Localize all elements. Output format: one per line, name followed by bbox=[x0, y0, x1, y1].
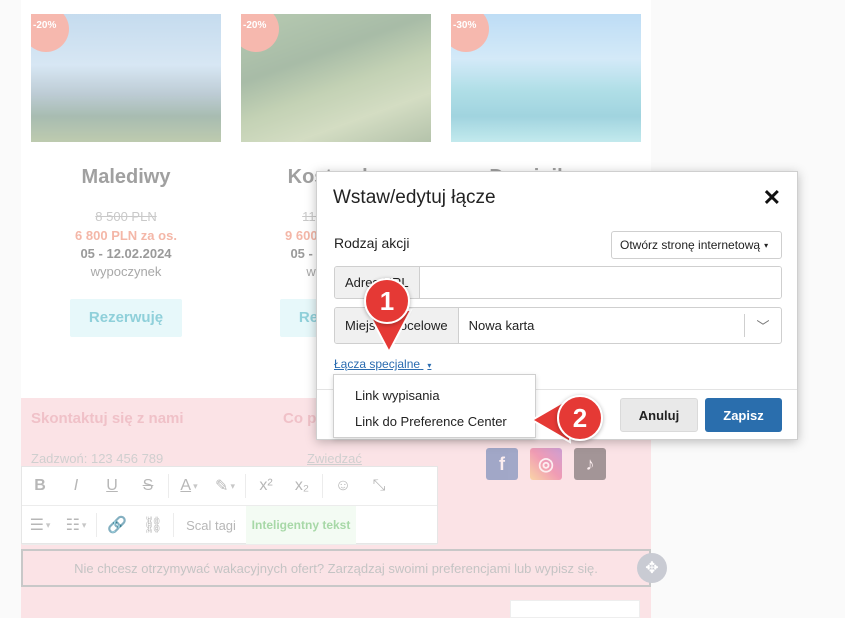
visit-link[interactable]: Zwiedzać bbox=[307, 451, 362, 466]
new-price: 6 800 PLN za os. bbox=[75, 228, 177, 243]
offer-title: Malediwy bbox=[81, 166, 171, 188]
phone-text: Zadzwoń: 123 456 789 bbox=[31, 451, 164, 466]
offer-kind: wypoczynek bbox=[90, 264, 162, 279]
chevron-down-icon: ▾ bbox=[193, 480, 198, 491]
rich-text-toolbar: B I U S A ▾ ✎ ▾ x² x₂ ☺ ⤡ ☰ ▾ ☷ ▾ 🔗 ⛓ Scal t… bbox=[21, 466, 438, 545]
collapse-icon[interactable]: ⤡ bbox=[361, 467, 397, 505]
dialog-title: Wstaw/edytuj łącze bbox=[333, 187, 496, 208]
save-button[interactable]: Zapisz bbox=[705, 398, 782, 432]
close-icon[interactable]: ✕ bbox=[763, 185, 781, 211]
merge-tags-button[interactable]: Scal tagi bbox=[176, 506, 246, 544]
highlight-glyph: ✎ bbox=[215, 478, 229, 495]
highlight-color-icon[interactable]: ✎ ▾ bbox=[207, 467, 243, 505]
toolbar-row: ☰ ▾ ☷ ▾ 🔗 ⛓ Scal tagi Inteligentny tekst bbox=[22, 506, 437, 545]
url-input[interactable] bbox=[419, 267, 781, 298]
chevron-down-icon: ﹀ bbox=[756, 319, 770, 334]
dialog-header: Wstaw/edytuj łącze ✕ bbox=[317, 172, 797, 224]
step-1-badge: 1 bbox=[364, 278, 410, 324]
special-links-menu: Link wypisania Link do Preference Center bbox=[333, 374, 536, 438]
book-button[interactable]: Rezerwuję bbox=[70, 299, 182, 337]
chevron-down-icon: ▾ bbox=[230, 480, 235, 491]
special-links-toggle[interactable]: Łącza specjalne ▾ bbox=[334, 357, 431, 371]
offer-image[interactable]: -20% bbox=[31, 14, 221, 142]
old-price: 8 500 PLN bbox=[95, 209, 157, 224]
facebook-icon[interactable]: f bbox=[486, 448, 518, 480]
unlink-icon[interactable]: ⛓ bbox=[135, 506, 171, 544]
discount-badge: -30% bbox=[451, 14, 489, 52]
chevron-down-icon: ▾ bbox=[764, 240, 769, 250]
action-type-label: Rodzaj akcji bbox=[334, 235, 410, 251]
menu-item-unsubscribe-link[interactable]: Link wypisania bbox=[334, 383, 535, 409]
smart-text-button[interactable]: Inteligentny tekst bbox=[246, 506, 356, 544]
discount-badge: -20% bbox=[31, 14, 69, 52]
bullet-list-icon[interactable]: ☰ ▾ bbox=[22, 506, 58, 544]
discount-badge: -20% bbox=[241, 14, 279, 52]
offer-image[interactable]: -20% bbox=[241, 14, 431, 142]
text-color-glyph: A bbox=[180, 477, 192, 494]
strikethrough-icon[interactable]: S bbox=[130, 467, 166, 505]
action-type-value: Otwórz stronę internetową bbox=[620, 238, 761, 252]
offer-image[interactable]: -30% bbox=[451, 14, 641, 142]
toolbar-divider bbox=[173, 513, 174, 537]
step-2-badge: 2 bbox=[557, 395, 603, 441]
italic-icon[interactable]: I bbox=[58, 467, 94, 505]
toolbar-divider bbox=[322, 474, 323, 498]
menu-item-preference-center-link[interactable]: Link do Preference Center bbox=[334, 409, 535, 435]
toolbar-divider bbox=[245, 474, 246, 498]
offer-card: -20% Malediwy 8 500 PLN 6 800 PLN za os.… bbox=[31, 14, 221, 337]
chevron-down-icon: ▾ bbox=[427, 361, 432, 370]
smart-text-label: Inteligentny tekst bbox=[251, 518, 351, 532]
contact-title: Skontaktuj się z nami bbox=[31, 410, 184, 427]
toolbar-divider bbox=[168, 474, 169, 498]
emoji-icon[interactable]: ☺ bbox=[325, 467, 361, 505]
tiktok-icon[interactable]: ♪ bbox=[574, 448, 606, 480]
instagram-icon[interactable]: ◎ bbox=[530, 448, 562, 480]
text-color-icon[interactable]: A ▾ bbox=[171, 467, 207, 505]
chevron-down-icon: ▾ bbox=[45, 519, 51, 530]
offer-dates: 05 - 12.02.2024 bbox=[80, 246, 172, 261]
action-type-select[interactable]: Otwórz stronę internetową ▾ bbox=[611, 231, 782, 259]
cancel-button[interactable]: Anuluj bbox=[620, 398, 698, 432]
move-handle-icon[interactable]: ✥ bbox=[637, 553, 667, 583]
special-links-label: Łącza specjalne bbox=[334, 357, 421, 371]
underline-icon[interactable]: U bbox=[94, 467, 130, 505]
toolbar-divider bbox=[96, 513, 97, 537]
target-value: Nowa karta bbox=[468, 318, 535, 333]
link-icon[interactable]: 🔗 bbox=[99, 506, 135, 544]
superscript-icon[interactable]: x² bbox=[248, 467, 284, 505]
chevron-down-icon: ▾ bbox=[81, 519, 87, 530]
subscript-icon[interactable]: x₂ bbox=[284, 467, 320, 505]
block-tools bbox=[510, 600, 640, 618]
unsubscribe-text-block[interactable]: Nie chcesz otrzymywać wakacyjnych ofert?… bbox=[21, 549, 651, 587]
bold-icon[interactable]: B bbox=[22, 467, 58, 505]
numbered-list-icon[interactable]: ☷ ▾ bbox=[58, 506, 94, 544]
toolbar-row: B I U S A ▾ ✎ ▾ x² x₂ ☺ ⤡ bbox=[22, 467, 437, 506]
